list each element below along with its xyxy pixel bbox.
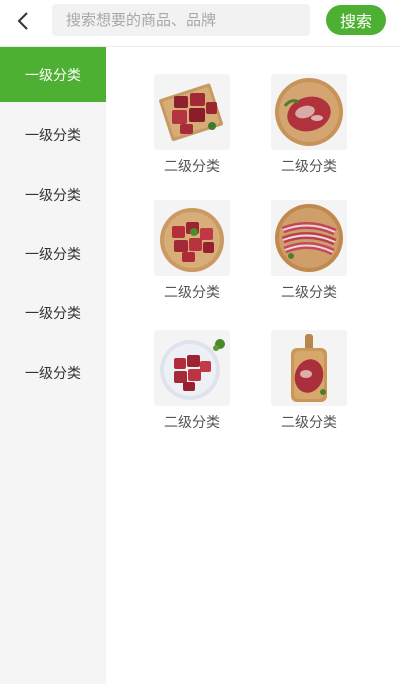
steak-paddle-image (271, 330, 347, 406)
sidebar-item-1[interactable]: 一级分类 (0, 47, 106, 102)
sidebar-item-4[interactable]: 一级分类 (0, 226, 106, 281)
beef-cubes-image (154, 74, 230, 150)
sidebar-item-6[interactable]: 一级分类 (0, 345, 106, 400)
sidebar-item-3[interactable]: 一级分类 (0, 167, 106, 222)
category-page: 搜索 一级分类 一级分类 一级分类 一级分类 一级分类 一级分类 二级分类 (0, 0, 400, 684)
subcategory-label: 二级分类 (164, 285, 220, 301)
header: 搜索 (0, 0, 400, 44)
search-box[interactable] (52, 4, 310, 36)
back-button[interactable] (8, 6, 38, 36)
beef-cubes-bowl-image (154, 200, 230, 276)
subcategory-label: 二级分类 (164, 159, 220, 175)
sidebar-item-2[interactable]: 一级分类 (0, 107, 106, 162)
subcategory-label: 二级分类 (281, 159, 337, 175)
subcategory-item[interactable]: 二级分类 (259, 74, 359, 176)
subcategory-label: 二级分类 (281, 415, 337, 431)
search-button[interactable]: 搜索 (326, 5, 386, 35)
search-input[interactable] (66, 11, 310, 29)
sliced-meat-image (271, 200, 347, 276)
subcategory-item[interactable]: 二级分类 (259, 200, 359, 302)
subcategory-label: 二级分类 (281, 285, 337, 301)
beef-cubes-plate-image (154, 330, 230, 406)
subcategory-item[interactable]: 二级分类 (142, 330, 242, 432)
steak-image (271, 74, 347, 150)
subcategory-item[interactable]: 二级分类 (259, 330, 359, 432)
subcategory-item[interactable]: 二级分类 (142, 200, 242, 302)
sidebar-item-5[interactable]: 一级分类 (0, 285, 106, 340)
subcategory-label: 二级分类 (164, 415, 220, 431)
subcategory-item[interactable]: 二级分类 (142, 74, 242, 176)
chevron-left-icon (17, 12, 28, 30)
category-sidebar: 一级分类 一级分类 一级分类 一级分类 一级分类 一级分类 (0, 47, 106, 684)
